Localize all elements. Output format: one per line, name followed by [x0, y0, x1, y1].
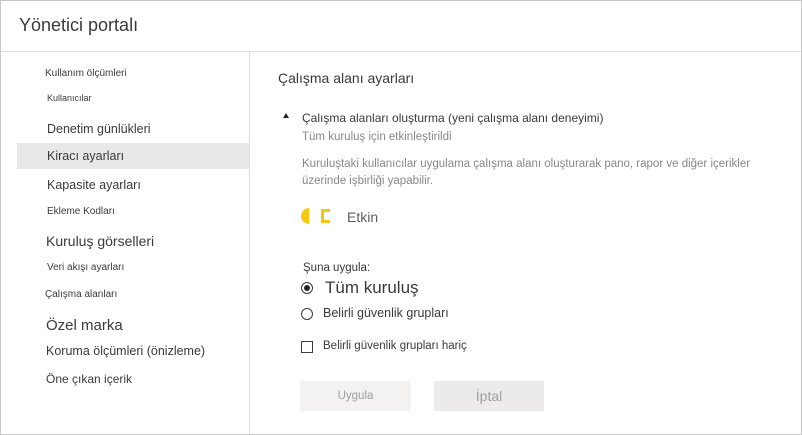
- sidebar-item-audit-logs[interactable]: Denetim günlükleri: [17, 118, 249, 140]
- radio-entire-organization[interactable]: Tüm kuruluş: [301, 278, 501, 300]
- sidebar-item-label: Özel marka: [46, 317, 123, 334]
- radio-button[interactable]: [301, 282, 313, 294]
- sidebar-item-label: Kiracı ayarları: [47, 149, 125, 163]
- sidebar-item-workspaces[interactable]: Çalışma alanları: [17, 286, 249, 304]
- radio-label: Belirli güvenlik grupları: [323, 306, 449, 320]
- except-security-groups-checkbox-row[interactable]: Belirli güvenlik grupları hariç: [301, 340, 531, 359]
- checkbox-label: Belirli güvenlik grupları hariç: [323, 340, 467, 352]
- toggle-label: Etkin: [347, 209, 379, 225]
- sidebar-item-users[interactable]: Kullanıcılar: [17, 91, 249, 107]
- sidebar-item-org-visuals[interactable]: Kuruluş görselleri: [17, 230, 249, 252]
- sidebar-item-dataflow-settings[interactable]: Veri akışı ayarları: [17, 259, 249, 277]
- toggle-switch-icon: [301, 208, 330, 224]
- caret-up-icon[interactable]: [283, 113, 289, 118]
- cancel-button[interactable]: İptal: [434, 381, 544, 411]
- sidebar-item-label: Kuruluş görselleri: [46, 233, 155, 249]
- sidebar-item-capacity-settings[interactable]: Kapasite ayarları: [17, 175, 249, 197]
- sidebar-item-label: Kullanıcılar: [47, 93, 92, 103]
- radio-specific-security-groups[interactable]: Belirli güvenlik grupları: [301, 306, 521, 324]
- sidebar-item-label: Öne çıkan içerik: [46, 372, 133, 386]
- sidebar-item-tenant-settings[interactable]: Kiracı ayarları: [17, 143, 249, 169]
- setting-status: Tüm kuruluş için etkinleştirildi: [302, 131, 452, 143]
- radio-button[interactable]: [301, 308, 313, 320]
- checkbox[interactable]: [301, 341, 313, 353]
- sidebar-item-label: Veri akışı ayarları: [47, 262, 125, 273]
- sidebar-nav: Kullanım ölçümleri Kullanıcılar Denetim …: [1, 52, 250, 434]
- admin-portal-window: Yönetici portalı Kullanım ölçümleri Kull…: [0, 0, 802, 435]
- header: Yönetici portalı: [1, 1, 801, 52]
- sidebar-item-label: Kullanım ölçümleri: [45, 68, 127, 79]
- sidebar-item-label: Denetim günlükleri: [47, 122, 151, 136]
- sidebar-item-label: Çalışma alanları: [45, 289, 118, 300]
- sidebar-item-embed-codes[interactable]: Ekleme Kodları: [17, 203, 249, 221]
- settings-panel: Çalışma alanı ayarları Çalışma alanları …: [250, 52, 801, 434]
- sidebar-item-custom-branding[interactable]: Özel marka: [17, 315, 249, 337]
- sidebar-item-label: Ekleme Kodları: [47, 206, 115, 217]
- sidebar-item-label: Kapasite ayarları: [47, 178, 141, 192]
- radio-label: Tüm kuruluş: [325, 278, 419, 297]
- apply-button[interactable]: Uygula: [300, 381, 411, 411]
- apply-to-label: Şuna uygula:: [303, 262, 371, 274]
- setting-name[interactable]: Çalışma alanları oluşturma (yeni çalışma…: [302, 111, 603, 125]
- sidebar-item-featured-content[interactable]: Öne çıkan içerik: [17, 370, 249, 390]
- setting-description: Kuruluştaki kullanıcılar uygulama çalışm…: [302, 158, 751, 187]
- sidebar-item-label: Koruma ölçümleri (önizleme): [46, 344, 206, 358]
- enabled-toggle[interactable]: [300, 207, 334, 225]
- page-title: Yönetici portalı: [19, 15, 139, 35]
- sidebar-item-protection-metrics[interactable]: Koruma ölçümleri (önizleme): [17, 342, 249, 362]
- sidebar-item-usage-metrics[interactable]: Kullanım ölçümleri: [17, 65, 249, 83]
- section-title: Çalışma alanı ayarları: [278, 70, 415, 86]
